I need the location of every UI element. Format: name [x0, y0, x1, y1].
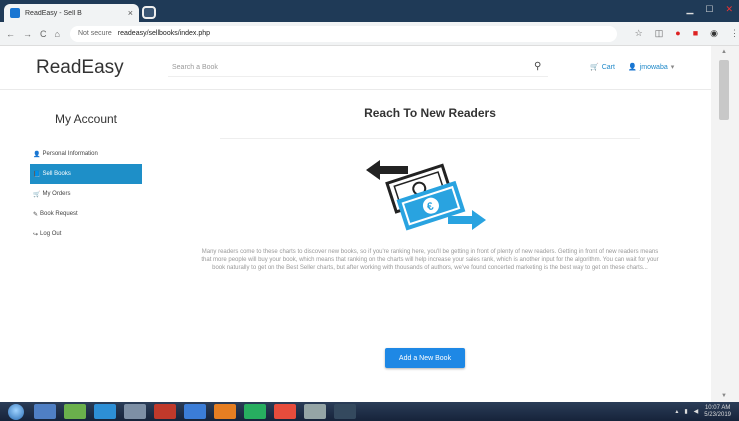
system-tray: ▴ ▮ ◀ 10:07 AM 5/23/2019	[675, 405, 739, 419]
book-icon: 📘	[33, 171, 41, 178]
taskbar-app-icon[interactable]	[94, 404, 116, 419]
search-input[interactable]: Search a Book	[168, 59, 548, 77]
extension-red-icon[interactable]: ●	[675, 28, 680, 39]
taskbar-app-icon[interactable]	[334, 404, 356, 419]
sidebar-item-my-orders[interactable]: 🛒 My Orders	[30, 184, 142, 204]
sidebar-item-book-request[interactable]: ✎ Book Request	[30, 204, 142, 224]
taskbar-app-icon[interactable]	[184, 404, 206, 419]
taskbar-app-icon[interactable]	[154, 404, 176, 419]
cart-label: Cart	[601, 63, 615, 71]
taskbar-app-icon[interactable]	[304, 404, 326, 419]
network-icon[interactable]: ▮	[684, 408, 687, 415]
page-title: Reach To New Readers	[364, 106, 496, 120]
account-sidebar: My Account 👤 Personal Information 📘 Sell…	[30, 100, 142, 244]
new-tab-button[interactable]	[142, 6, 156, 19]
taskbar-app-icon[interactable]	[64, 404, 86, 419]
clock-time: 10:07 AM	[704, 404, 731, 411]
sidebar-item-personal-information[interactable]: 👤 Personal Information	[30, 144, 142, 164]
add-new-book-button[interactable]: Add a New Book	[385, 348, 465, 368]
scroll-thumb[interactable]	[719, 60, 729, 120]
star-icon[interactable]: ☆	[635, 28, 643, 39]
tab-close-icon[interactable]: ×	[128, 8, 133, 18]
sidebar-item-log-out[interactable]: ↪ Log Out	[30, 224, 142, 244]
taskbar-app-icon[interactable]	[214, 404, 236, 419]
back-icon[interactable]: ←	[6, 29, 15, 39]
logout-icon: ↪	[33, 231, 39, 238]
browser-toolbar: ← → C ⌂ Not secure readeasy/sellbooks/in…	[0, 22, 739, 46]
minimize-icon[interactable]: ▁	[686, 4, 693, 15]
taskbar-app-icon[interactable]	[124, 404, 146, 419]
forward-icon[interactable]: →	[23, 29, 32, 39]
taskbar-app-icon[interactable]	[34, 404, 56, 419]
user-name: jmowaba	[639, 63, 668, 71]
scroll-down-icon[interactable]: ▼	[721, 393, 727, 399]
sidebar-item-label: Book Request	[40, 211, 78, 217]
not-secure-label[interactable]: Not secure	[78, 30, 112, 37]
sidebar-item-label: Personal Information	[42, 151, 98, 157]
maximize-icon[interactable]: ☐	[705, 4, 713, 15]
money-exchange-icon: €	[366, 160, 486, 231]
taskbar-clock[interactable]: 10:07 AM 5/23/2019	[704, 405, 731, 419]
sidebar-title: My Account	[54, 112, 118, 126]
user-icon: 👤	[33, 151, 41, 158]
menu-dots-icon[interactable]: ⋮	[730, 28, 739, 39]
user-icon: 👤	[628, 64, 637, 71]
sidebar-item-label: Sell Books	[42, 171, 71, 177]
toolbar-icons: ☆ ◫ ● ■ ◉ ⋮	[635, 28, 739, 39]
cart-icon: 🛒	[33, 191, 41, 198]
description-text: Many readers come to these charts to dis…	[201, 249, 659, 271]
taskbar-app-icon[interactable]	[244, 404, 266, 419]
profile-icon[interactable]: ◉	[710, 28, 718, 39]
address-bar[interactable]: Not secure readeasy/sellbooks/index.php	[69, 25, 617, 42]
pencil-icon: ✎	[33, 211, 39, 218]
main-content: Reach To New Readers € Many readers come…	[160, 90, 700, 402]
extension-icon[interactable]: ◫	[655, 28, 664, 39]
taskbar-chrome-icon[interactable]	[274, 404, 296, 419]
favicon-icon	[10, 8, 20, 18]
volume-icon[interactable]: ◀	[694, 408, 699, 415]
sidebar-item-sell-books[interactable]: 📘 Sell Books	[30, 164, 142, 184]
extension-red-2-icon[interactable]: ■	[693, 28, 698, 39]
cart-icon: 🛒	[590, 64, 599, 71]
user-menu[interactable]: 👤 jmowaba ▾	[628, 63, 675, 72]
start-button[interactable]	[8, 403, 24, 420]
cart-link[interactable]: 🛒 Cart	[590, 63, 615, 72]
scroll-up-icon[interactable]: ▲	[721, 49, 727, 55]
url-text: readeasy/sellbooks/index.php	[117, 30, 211, 37]
tab-title: ReadEasy - Sell B	[25, 9, 82, 17]
clock-date: 5/23/2019	[704, 411, 731, 418]
reload-icon[interactable]: C	[40, 29, 47, 39]
tray-arrow-icon[interactable]: ▴	[675, 408, 678, 415]
site-logo[interactable]: ReadEasy	[36, 57, 124, 79]
sidebar-item-label: Log Out	[40, 231, 62, 237]
home-icon[interactable]: ⌂	[55, 29, 60, 39]
site-header: ReadEasy Search a Book ⚲ 🛒 Cart 👤 jmowab…	[0, 46, 711, 90]
sidebar-item-label: My Orders	[42, 191, 71, 197]
browser-tab[interactable]: ReadEasy - Sell B ×	[4, 4, 139, 22]
close-window-icon[interactable]: ✕	[725, 4, 733, 15]
window-controls: ▁ ☐ ✕	[686, 4, 733, 15]
title-divider	[220, 138, 640, 139]
chevron-down-icon: ▾	[670, 64, 675, 71]
os-taskbar: ▴ ▮ ◀ 10:07 AM 5/23/2019	[0, 402, 739, 421]
nav-buttons: ← → C ⌂	[6, 29, 60, 39]
browser-tabstrip: ReadEasy - Sell B × ▁ ☐ ✕	[0, 0, 739, 22]
page-scrollbar[interactable]: ▲ ▼	[711, 46, 739, 402]
search-icon[interactable]: ⚲	[534, 61, 541, 72]
